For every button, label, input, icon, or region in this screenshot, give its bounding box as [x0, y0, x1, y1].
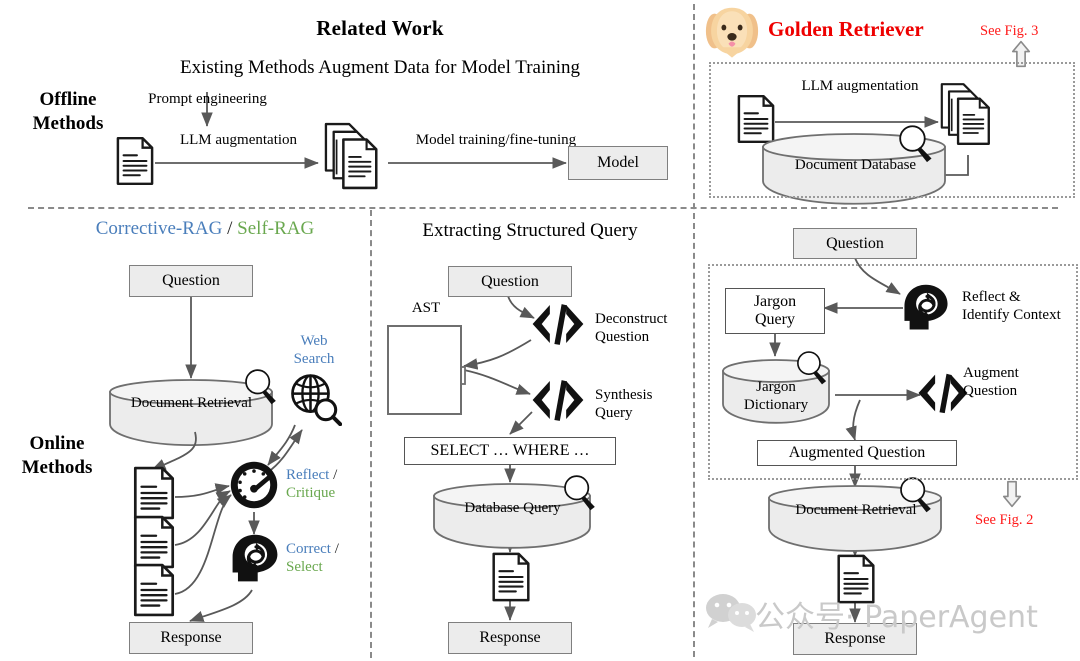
document-icon — [133, 466, 175, 520]
row-label-offline: Offline Methods — [8, 88, 128, 136]
reflect-slash: / — [329, 467, 338, 483]
select-where-box[interactable]: SELECT … WHERE … — [404, 437, 616, 465]
row-label-online: Online Methods — [2, 432, 112, 480]
jargon-dictionary-line1: Jargon — [756, 379, 796, 395]
augmented-question-box[interactable]: Augmented Question — [757, 440, 957, 466]
wechat-icon — [706, 594, 756, 632]
ast-label: AST — [411, 300, 441, 316]
see-fig-2-note: See Fig. 2 — [975, 512, 1034, 528]
synthesis-query-label: Synthesis Query — [595, 386, 653, 422]
model-box[interactable]: Model — [568, 146, 668, 180]
jargon-dictionary-line2: Dictionary — [743, 397, 809, 413]
jargon-dictionary-label: Jargon Dictionary — [723, 378, 829, 414]
online-mid-question-box[interactable]: Question — [448, 266, 572, 297]
deconstruct-line1: Deconstruct — [595, 311, 668, 327]
row-label-offline-line2: Methods — [32, 112, 104, 134]
heading-separator: / — [222, 218, 238, 239]
database-cylinder-icon — [109, 379, 273, 447]
reflect-label: Reflect — [286, 467, 330, 483]
document-stack-icon — [324, 122, 378, 190]
document-icon — [492, 552, 530, 602]
page-title: Related Work — [316, 16, 444, 40]
synthesis-line1: Synthesis — [595, 387, 653, 403]
correct-select-label: Correct / Select — [286, 540, 339, 576]
golden-retriever-title: Golden Retriever — [768, 17, 924, 41]
online-left-heading: Corrective-RAG / Self-RAG — [60, 218, 350, 240]
row-label-offline-line1: Offline — [39, 89, 97, 110]
code-brackets-icon — [532, 380, 584, 421]
golden-retriever-dog-icon — [705, 7, 759, 58]
ast-box — [387, 325, 462, 415]
corrective-rag-label: Corrective-RAG — [95, 218, 223, 239]
row-label-online-line1: Online — [29, 433, 85, 454]
web-search-line1: Web — [300, 333, 328, 349]
online-right-question-box[interactable]: Question — [793, 228, 917, 259]
row-label-online-line2: Methods — [21, 456, 93, 478]
augment-line1: Augment — [963, 365, 1019, 381]
jargon-query-box[interactable]: Jargon Query — [725, 288, 825, 334]
divider-vertical-middle — [370, 210, 372, 658]
head-refresh-icon — [231, 533, 279, 583]
watermark-text: 公众号· PaperAgent — [755, 600, 1038, 635]
see-fig-3-note: See Fig. 3 — [980, 23, 1039, 39]
online-left-question-box[interactable]: Question — [129, 265, 253, 297]
deconstruct-line2: Question — [595, 329, 650, 345]
online-right-document-retrieval-label: Document Retrieval — [795, 502, 917, 518]
synthesis-line2: Query — [595, 405, 633, 421]
jargon-query-line2: Query — [755, 311, 795, 328]
offline-subtitle: Existing Methods Augment Data for Model … — [179, 57, 581, 78]
reflect-identify-context-label: Reflect & Identify Context — [962, 288, 1061, 324]
online-mid-response-box[interactable]: Response — [448, 622, 572, 654]
prompt-engineering-label: Prompt engineering — [148, 91, 267, 107]
online-mid-heading: Extracting Structured Query — [422, 220, 638, 241]
document-retrieval-label: Document Retrieval — [130, 395, 253, 411]
self-rag-label: Self-RAG — [237, 218, 315, 239]
web-search-label: Web Search — [278, 333, 350, 368]
reflect-critique-label: Reflect / Critique — [286, 466, 337, 502]
online-left-response-box[interactable]: Response — [129, 622, 253, 654]
divider-vertical-right — [693, 4, 695, 657]
model-training-label: Model training/fine-tuning — [415, 132, 577, 148]
reflect-identify-line2: Identify Context — [962, 307, 1061, 323]
arrow-down-icon — [1002, 480, 1022, 508]
document-icon — [133, 515, 175, 569]
globe-search-icon — [290, 373, 342, 426]
deconstruct-question-label: Deconstruct Question — [595, 310, 667, 346]
jargon-query-line1: Jargon — [753, 293, 797, 311]
llm-augmentation-label: LLM augmentation — [179, 132, 298, 148]
divider-horizontal-main — [28, 207, 1058, 209]
reflect-identify-line1: Reflect & — [962, 289, 1021, 305]
document-icon — [133, 563, 175, 617]
augment-line2: Question — [963, 383, 1018, 399]
golden-llm-augmentation-label: LLM augmentation — [801, 78, 919, 94]
code-brackets-icon — [532, 304, 584, 345]
document-database-label: Document Database — [794, 157, 917, 173]
gauge-reflect-icon — [230, 461, 278, 509]
critique-label: Critique — [286, 485, 336, 501]
correct-label: Correct — [286, 541, 331, 557]
web-search-line2: Search — [293, 350, 335, 367]
database-query-label: Database Query — [464, 500, 561, 516]
document-icon — [116, 136, 154, 186]
select-label: Select — [286, 559, 323, 575]
augment-question-label: Augment Question — [963, 364, 1019, 400]
correct-slash: / — [330, 541, 339, 557]
